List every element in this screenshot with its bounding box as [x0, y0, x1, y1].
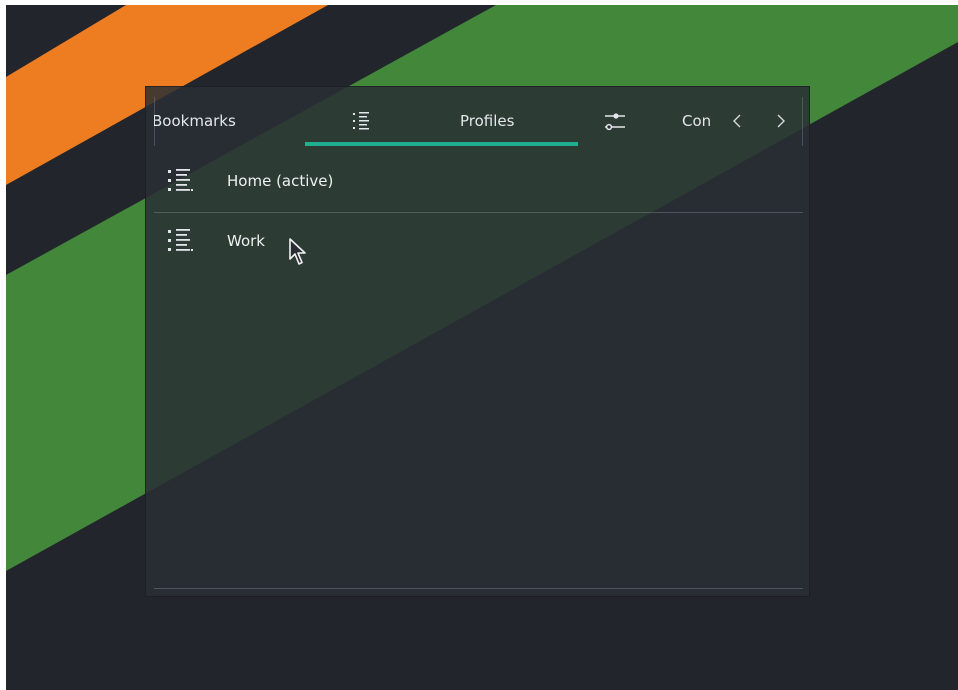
tab-scroll-left-button[interactable] [726, 109, 748, 133]
pointer-cursor-icon [289, 238, 306, 265]
list-icon [168, 169, 193, 191]
tab-configure[interactable]: Con [602, 97, 732, 146]
list-icon [168, 229, 193, 251]
profiles-list: Home (active) Work [154, 153, 803, 272]
tab-bookmarks-label: Bookmarks [154, 112, 236, 130]
list-icon [353, 112, 369, 130]
tab-profiles-label: Profiles [460, 112, 515, 130]
tab-bar-right-edge [802, 97, 803, 146]
list-item[interactable]: Home (active) [154, 153, 803, 212]
list-item[interactable]: Work [154, 213, 803, 272]
tab-bar: Bookmarks Profiles Con [154, 97, 803, 146]
profiles-popup: Bookmarks Profiles Con Home (active) Wor… [145, 86, 810, 597]
tab-configure-label: Con [682, 112, 712, 130]
chevron-left-icon [733, 114, 741, 128]
desktop-background: Bookmarks Profiles Con Home (active) Wor… [6, 5, 958, 690]
profile-name: Home (active) [227, 172, 334, 190]
footer-divider [154, 588, 803, 589]
tab-scroll-right-button[interactable] [770, 109, 792, 133]
active-tab-indicator [305, 142, 578, 146]
sliders-icon [605, 113, 625, 131]
tab-profiles[interactable]: Profiles [305, 97, 578, 146]
tab-bookmarks[interactable]: Bookmarks [154, 97, 292, 146]
profile-name: Work [227, 232, 265, 250]
chevron-right-icon [777, 114, 785, 128]
